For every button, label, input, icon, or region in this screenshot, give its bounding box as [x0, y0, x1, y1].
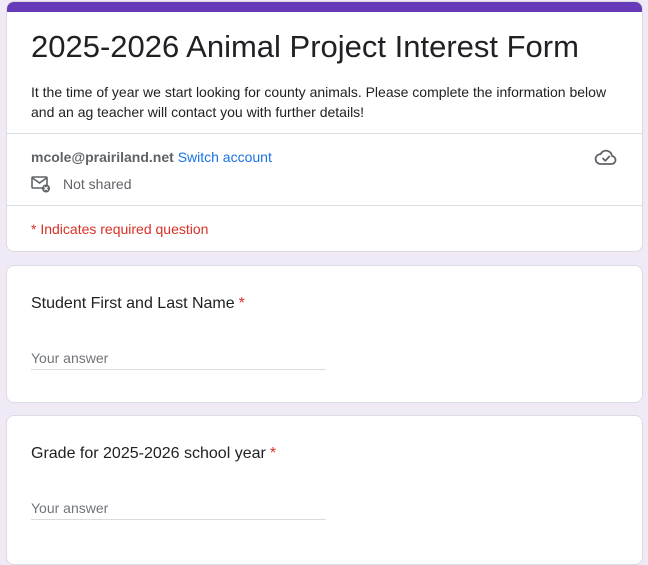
- divider: [7, 133, 642, 134]
- question-title: Student First and Last Name *: [31, 294, 245, 314]
- form-header-card: 2025-2026 Animal Project Interest Form I…: [6, 1, 643, 252]
- account-email: mcole@prairiland.net: [31, 149, 174, 165]
- theme-accent-bar: [7, 2, 642, 12]
- question-label: Student First and Last Name: [31, 295, 235, 312]
- form-title: 2025-2026 Animal Project Interest Form: [31, 29, 579, 64]
- required-asterisk: *: [269, 445, 277, 462]
- required-question-note: * Indicates required question: [31, 221, 209, 237]
- grade-input[interactable]: [31, 496, 326, 520]
- share-status-row: Not shared: [31, 174, 131, 194]
- question-label: Grade for 2025-2026 school year: [31, 445, 266, 462]
- mail-not-shared-icon: [31, 176, 50, 193]
- question-title: Grade for 2025-2026 school year *: [31, 444, 276, 464]
- form-description: It the time of year we start looking for…: [31, 84, 607, 120]
- student-name-input[interactable]: [31, 346, 326, 370]
- cloud-check-icon[interactable]: [594, 147, 618, 167]
- required-asterisk: *: [238, 295, 245, 312]
- switch-account-link[interactable]: Switch account: [178, 149, 272, 165]
- account-row: mcole@prairiland.net Switch account: [31, 148, 272, 166]
- question-card-student-name: Student First and Last Name *: [6, 265, 643, 403]
- divider: [7, 205, 642, 206]
- question-card-grade: Grade for 2025-2026 school year *: [6, 415, 643, 565]
- share-status-label: Not shared: [63, 176, 132, 192]
